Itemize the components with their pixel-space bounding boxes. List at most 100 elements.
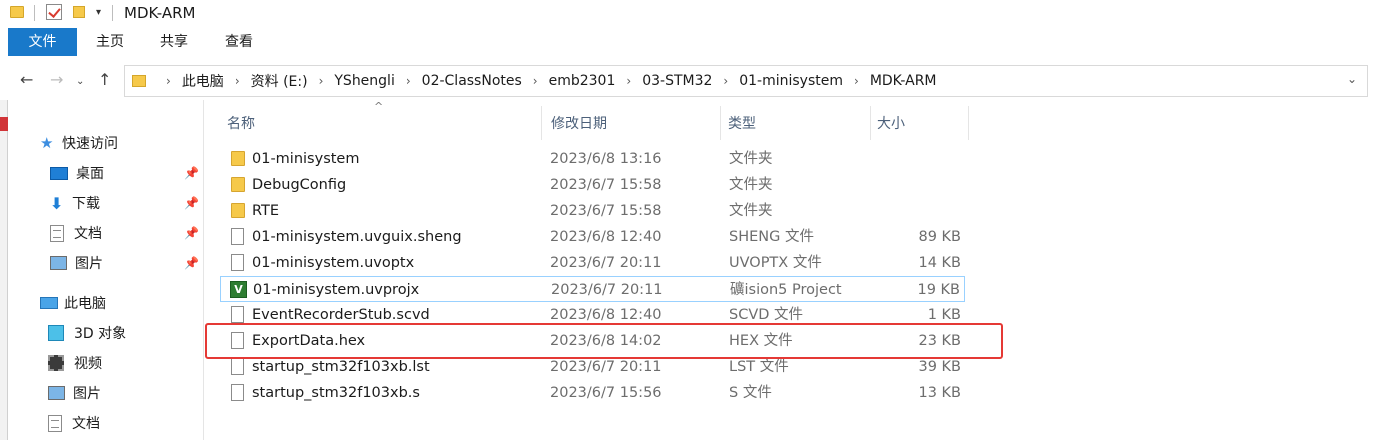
breadcrumb-separator-icon[interactable]: › xyxy=(723,74,728,88)
tab-share[interactable]: 共享 xyxy=(146,28,202,56)
file-type: 文件夹 xyxy=(729,203,773,219)
file-name: startup_stm32f103xb.s xyxy=(252,385,420,401)
nav-label: 此电脑 xyxy=(64,296,106,312)
divider xyxy=(34,5,35,21)
quick-access-dropdown-icon[interactable]: ▾ xyxy=(96,7,101,18)
nav-item-videos[interactable]: 视频 xyxy=(48,348,102,378)
address-dropdown-chevron-icon[interactable]: ⌄ xyxy=(1347,72,1357,86)
file-icon xyxy=(231,384,244,401)
pictures-icon xyxy=(50,256,67,270)
breadcrumb-separator-icon[interactable]: › xyxy=(626,74,631,88)
file-name: 01-minisystem.uvoptx xyxy=(252,255,415,271)
folder-icon xyxy=(231,177,245,192)
file-row[interactable]: DebugConfig 2023/6/7 15:58 文件夹 xyxy=(220,172,965,198)
file-row[interactable]: startup_stm32f103xb.s 2023/6/7 15:56 S 文… xyxy=(220,380,965,406)
nav-label: 视频 xyxy=(74,356,102,372)
properties-check-icon[interactable] xyxy=(46,4,62,20)
folder-icon[interactable] xyxy=(10,6,24,18)
nav-label: 快速访问 xyxy=(62,136,118,152)
breadcrumb-item[interactable]: 02-ClassNotes xyxy=(422,73,522,89)
breadcrumb-separator-icon[interactable]: › xyxy=(235,74,240,88)
file-type: 礦ision5 Project xyxy=(730,282,842,298)
file-name: DebugConfig xyxy=(252,177,347,193)
nav-item-3d-objects[interactable]: 3D 对象 xyxy=(48,318,126,348)
nav-item-downloads[interactable]: ⬇ 下载 📌 xyxy=(50,188,200,218)
nav-item-documents[interactable]: 文档 📌 xyxy=(50,218,200,248)
tab-view[interactable]: 查看 xyxy=(211,28,267,56)
file-size: 19 KB xyxy=(917,282,960,298)
column-header-size[interactable]: 大小 xyxy=(877,110,905,138)
file-row[interactable]: 01-minisystem.uvguix.sheng 2023/6/8 12:4… xyxy=(220,224,965,250)
pin-icon[interactable]: 📌 xyxy=(184,226,199,240)
file-row-selected[interactable]: V 01-minisystem.uvprojx 2023/6/7 20:11 礦… xyxy=(220,276,965,302)
new-folder-icon[interactable] xyxy=(73,6,85,18)
file-row[interactable]: 01-minisystem.uvoptx 2023/6/7 20:11 UVOP… xyxy=(220,250,965,276)
file-size: 89 KB xyxy=(918,229,961,245)
address-bar[interactable]: › 此电脑 › 资料 (E:) › YShengli › 02-ClassNot… xyxy=(124,65,1368,97)
back-arrow-icon[interactable]: ← xyxy=(20,70,33,89)
file-icon xyxy=(231,358,244,375)
file-icon xyxy=(231,228,244,245)
column-header-name[interactable]: 名称 xyxy=(227,110,255,138)
column-header-date[interactable]: 修改日期 xyxy=(551,110,607,138)
breadcrumb-item[interactable]: 01-minisystem xyxy=(739,73,843,89)
column-divider[interactable] xyxy=(720,106,721,140)
nav-item-documents-pc[interactable]: 文档 xyxy=(48,408,100,438)
folder-icon xyxy=(132,75,146,87)
file-type: UVOPTX 文件 xyxy=(729,255,822,271)
recent-locations-chevron-icon[interactable]: ⌄ xyxy=(76,76,84,87)
pictures-icon xyxy=(48,386,65,400)
nav-label: 桌面 xyxy=(76,166,104,182)
nav-label: 文档 xyxy=(74,226,102,242)
nav-item-desktop[interactable]: 桌面 📌 xyxy=(50,158,200,188)
breadcrumb-separator-icon[interactable]: › xyxy=(533,74,538,88)
file-type: 文件夹 xyxy=(729,151,773,167)
divider xyxy=(112,5,113,21)
breadcrumb-item[interactable]: 此电脑 xyxy=(182,71,224,91)
nav-item-pictures[interactable]: 图片 📌 xyxy=(50,248,200,278)
breadcrumb-separator-icon[interactable]: › xyxy=(406,74,411,88)
file-date: 2023/6/7 20:11 xyxy=(551,282,663,298)
breadcrumb-separator-icon[interactable]: › xyxy=(319,74,324,88)
column-header-type[interactable]: 类型 xyxy=(728,110,756,138)
breadcrumb-item[interactable]: 资料 (E:) xyxy=(251,71,308,91)
file-row[interactable]: 01-minisystem 2023/6/8 13:16 文件夹 xyxy=(220,146,965,172)
column-divider[interactable] xyxy=(541,106,542,140)
breadcrumb-item[interactable]: YShengli xyxy=(334,73,394,89)
annotation-highlight-box xyxy=(205,323,1003,359)
column-divider[interactable] xyxy=(870,106,871,140)
document-icon xyxy=(48,414,62,432)
file-name: RTE xyxy=(252,203,280,219)
navigation-pane: ★ 快速访问 桌面 📌 ⬇ 下载 📌 文档 📌 图片 📌 此电脑 3D 对象 视… xyxy=(10,100,204,440)
file-icon xyxy=(231,254,244,271)
title-bar: ▾ MDK-ARM xyxy=(0,0,1373,28)
file-list: ^ 名称 修改日期 类型 大小 01-minisystem 2023/6/8 1… xyxy=(220,100,1373,440)
nav-label: 图片 xyxy=(73,386,101,402)
nav-quick-access[interactable]: ★ 快速访问 xyxy=(40,128,118,158)
tab-file[interactable]: 文件 xyxy=(8,28,77,56)
forward-arrow-icon[interactable]: → xyxy=(50,70,63,89)
up-arrow-icon[interactable]: ↑ xyxy=(98,70,111,89)
pin-icon[interactable]: 📌 xyxy=(184,166,199,180)
breadcrumb-item[interactable]: MDK-ARM xyxy=(870,73,937,89)
tab-home[interactable]: 主页 xyxy=(82,28,138,56)
file-size: 13 KB xyxy=(918,385,961,401)
3d-objects-icon xyxy=(48,325,64,341)
star-icon: ★ xyxy=(40,134,54,152)
nav-label: 3D 对象 xyxy=(74,326,127,342)
nav-label: 图片 xyxy=(75,256,103,272)
breadcrumb-item[interactable]: emb2301 xyxy=(549,73,616,89)
background-window-red-mark xyxy=(0,117,8,131)
nav-this-pc[interactable]: 此电脑 xyxy=(40,288,106,318)
pin-icon[interactable]: 📌 xyxy=(184,196,199,210)
breadcrumb-separator-icon[interactable]: › xyxy=(854,74,859,88)
nav-item-pictures-pc[interactable]: 图片 xyxy=(48,378,101,408)
file-row[interactable]: RTE 2023/6/7 15:58 文件夹 xyxy=(220,198,965,224)
column-divider[interactable] xyxy=(968,106,969,140)
nav-label: 文档 xyxy=(72,416,100,432)
pin-icon[interactable]: 📌 xyxy=(184,256,199,270)
ribbon-tabs: 文件 主页 共享 查看 xyxy=(0,28,1373,56)
breadcrumb-separator-icon[interactable]: › xyxy=(166,74,171,88)
file-name: 01-minisystem.uvguix.sheng xyxy=(252,229,462,245)
breadcrumb-item[interactable]: 03-STM32 xyxy=(642,73,712,89)
